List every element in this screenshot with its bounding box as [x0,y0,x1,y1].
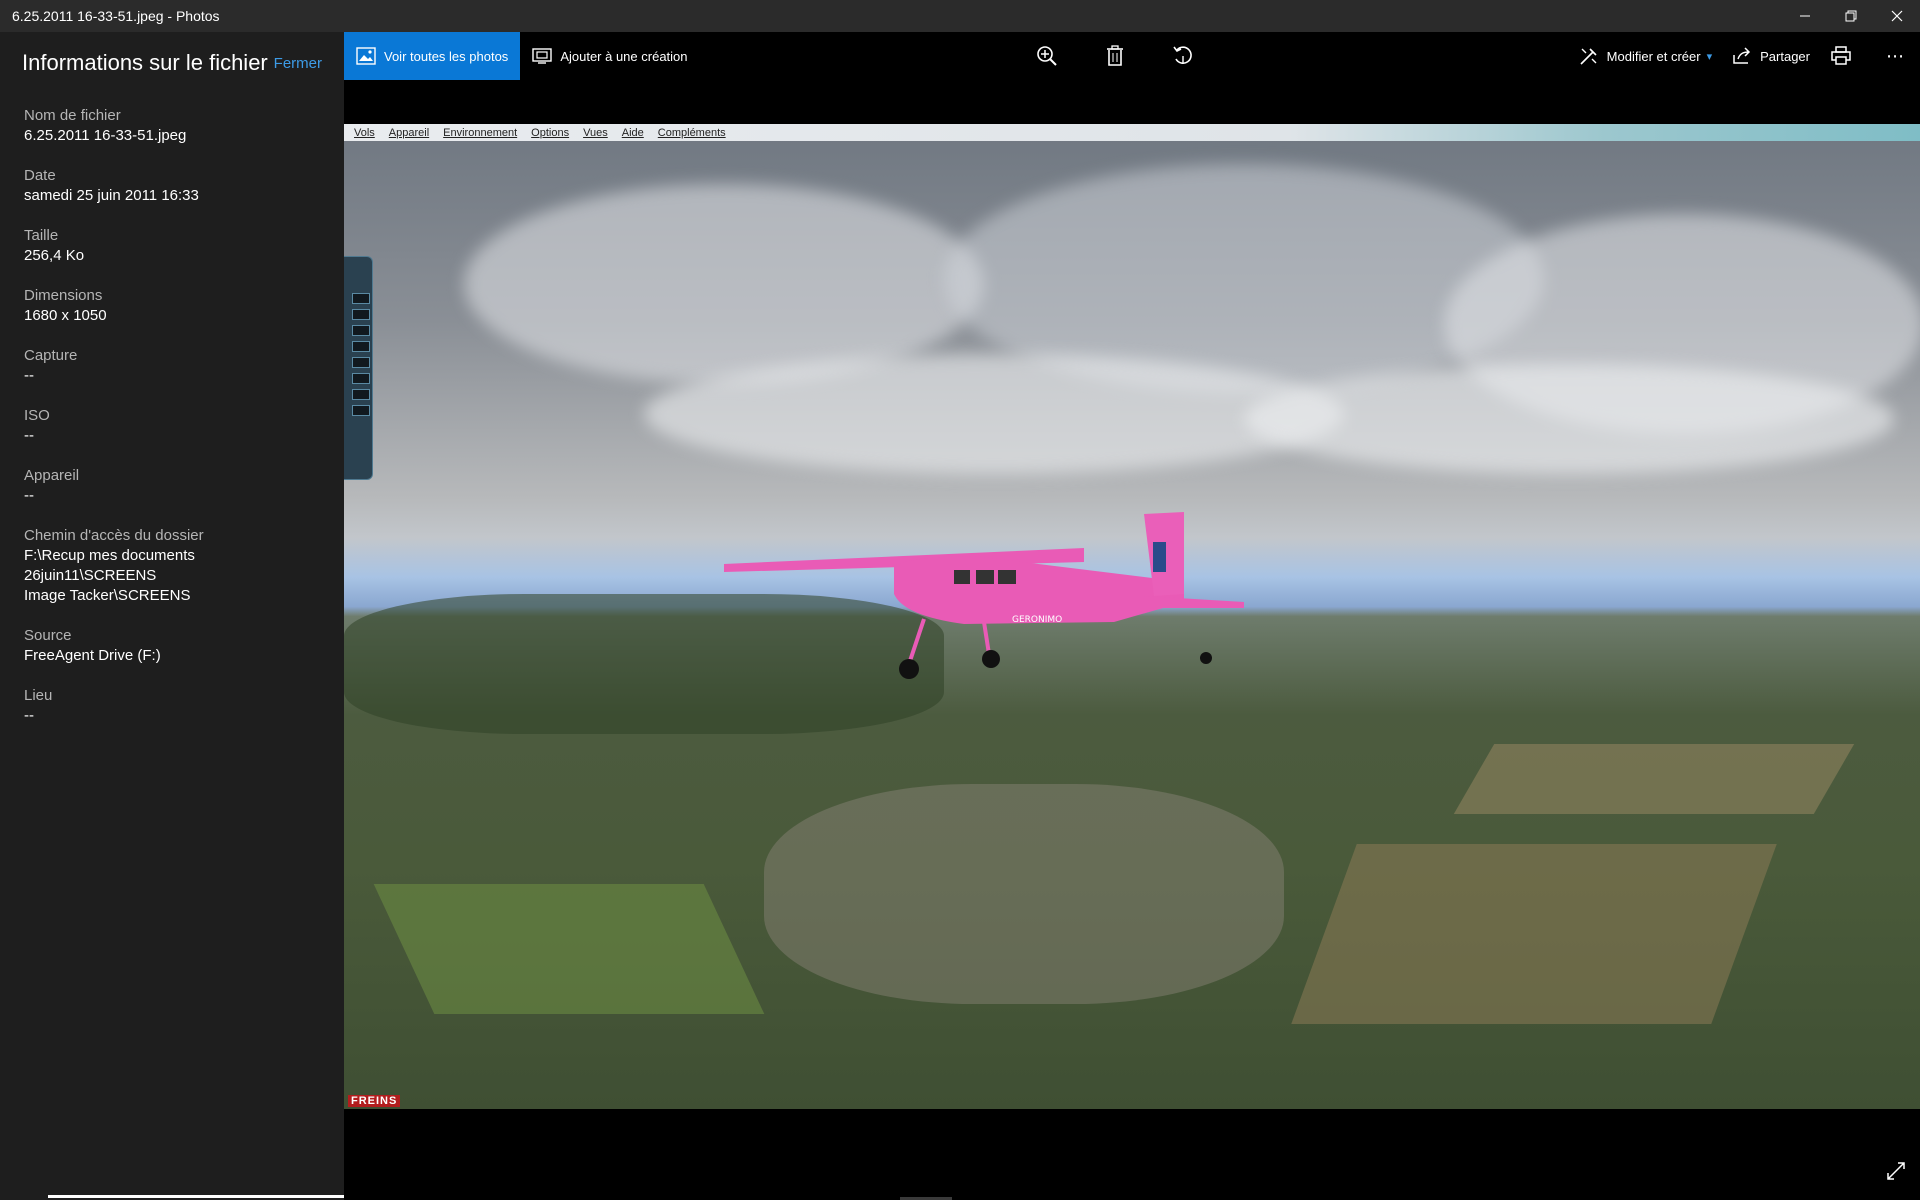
sim-menu-item: Compléments [657,126,726,139]
minimize-icon[interactable] [1782,0,1828,32]
sim-menu-item: Environnement [443,126,518,139]
brakes-indicator: FREINS [348,1095,401,1107]
add-to-creation-button[interactable]: Ajouter à une création [520,32,699,80]
field-value: samedi 25 juin 2011 16:33 [24,187,199,204]
close-icon[interactable] [1874,0,1920,32]
panel-slot [352,341,370,352]
file-info-panel: Informations sur le fichier Fermer Nom d… [0,32,392,1200]
share-label: Partager [1760,48,1810,64]
panel-slot [352,325,370,336]
toolbar: Voir toutes les photos Ajouter à une cré… [344,32,1920,80]
field-value[interactable]: F:\Recup mes documents 26juin11\SCREENS [24,546,320,586]
see-all-photos-button[interactable]: Voir toutes les photos [344,32,521,80]
simulator-side-panel [344,256,373,480]
fullscreen-icon[interactable] [1886,1161,1906,1186]
village-area [764,784,1284,1004]
edit-icon [1580,48,1597,65]
field-value: 6.25.2011 16-33-51.jpeg [24,127,187,144]
sim-menu-item: Appareil [388,126,430,139]
field-label: Capture [24,347,78,364]
cloud-shape [644,354,1344,474]
sim-menu-item: Vols [354,126,375,139]
window-title: 6.25.2011 16-33-51.jpeg - Photos [12,8,220,24]
field-location: Lieu -- [24,686,320,726]
field-label: Dimensions [24,287,103,304]
close-panel-link[interactable]: Fermer [274,55,322,72]
field-patch [1453,744,1855,814]
field-value-continued[interactable]: Image Tacker\SCREENS [24,586,320,606]
share-button[interactable]: Partager [1722,32,1820,80]
print-icon[interactable] [1820,32,1870,80]
field-value: -- [24,707,34,724]
panel-header: Informations sur le fichier Fermer [0,40,344,86]
field-dimensions: Dimensions 1680 x 1050 [24,286,320,326]
edit-create-label: Modifier et créer [1606,48,1701,64]
field-iso: ISO -- [24,406,320,446]
sim-menu-item: Aide [621,126,644,139]
cloud-shape [464,184,984,384]
field-label: Appareil [24,467,80,484]
field-label: Taille [24,227,59,244]
see-all-photos-label: Voir toutes les photos [384,48,509,64]
panel-slot [352,309,370,320]
field-value: -- [24,427,34,444]
panel-slot [352,357,370,368]
field-patch [373,884,765,1014]
title-bar: 6.25.2011 16-33-51.jpeg - Photos [0,0,1920,32]
rotate-icon[interactable] [1170,43,1196,69]
panel-slot [352,389,370,400]
simulator-menubar: Vols Appareil Environnement Options Vues… [344,124,1920,141]
field-value: -- [24,487,34,504]
field-label: Source [24,627,72,644]
restore-icon[interactable] [1828,0,1874,32]
sim-menu-item: Options [531,126,570,139]
panel-slot [352,293,370,304]
svg-text:GERONIMO: GERONIMO [1012,615,1062,625]
slideshow-icon [532,48,553,64]
field-folder-path: Chemin d'accès du dossier F:\Recup mes d… [24,526,320,606]
panel-slot [352,405,370,416]
field-date: Date samedi 25 juin 2011 16:33 [24,166,320,206]
delete-icon[interactable] [1102,43,1128,69]
field-label: Date [24,167,56,184]
field-label: Lieu [24,687,53,704]
panel-slot [352,373,370,384]
field-value: 1680 x 1050 [24,307,107,324]
panel-scrollbar[interactable] [48,1195,392,1198]
edit-create-button[interactable]: Modifier et créer ▾ [1569,32,1722,80]
cloud-shape [1244,364,1894,474]
field-label: Nom de fichier [24,107,121,124]
sim-menu-item: Vues [583,126,608,139]
image-viewer: GERONIMO Vols Appareil Environnement Opt… [344,80,1920,1200]
field-source: Source FreeAgent Drive (F:) [24,626,320,666]
field-filename: Nom de fichier 6.25.2011 16-33-51.jpeg [24,106,320,146]
field-patch [1291,844,1777,1024]
field-value: -- [24,367,34,384]
zoom-in-icon[interactable] [1034,43,1060,69]
share-icon [1733,47,1751,64]
airplane-graphic: GERONIMO [724,512,1244,679]
field-size: Taille 256,4 Ko [24,226,320,266]
field-label: ISO [24,407,50,424]
field-label: Chemin d'accès du dossier [24,527,204,544]
chevron-down-icon: ▾ [1706,50,1713,63]
more-icon[interactable]: ⋯ [1870,32,1920,80]
field-value: FreeAgent Drive (F:) [24,647,161,664]
photo[interactable]: GERONIMO Vols Appareil Environnement Opt… [344,124,1920,1109]
field-value: 256,4 Ko [24,247,85,264]
add-to-creation-label: Ajouter à une création [560,48,688,64]
field-camera: Appareil -- [24,466,320,506]
photos-icon [356,47,376,65]
field-capture: Capture -- [24,346,320,386]
panel-title: Informations sur le fichier [22,50,268,75]
